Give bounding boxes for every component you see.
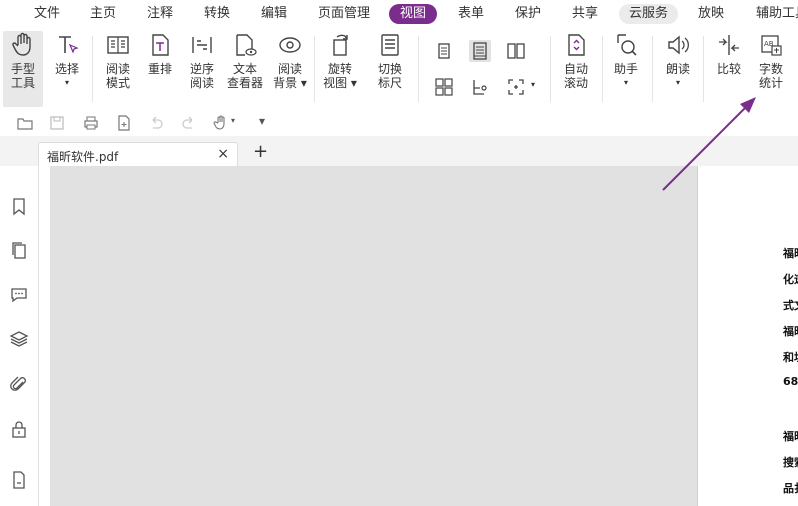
annotation-arrow	[662, 97, 756, 191]
